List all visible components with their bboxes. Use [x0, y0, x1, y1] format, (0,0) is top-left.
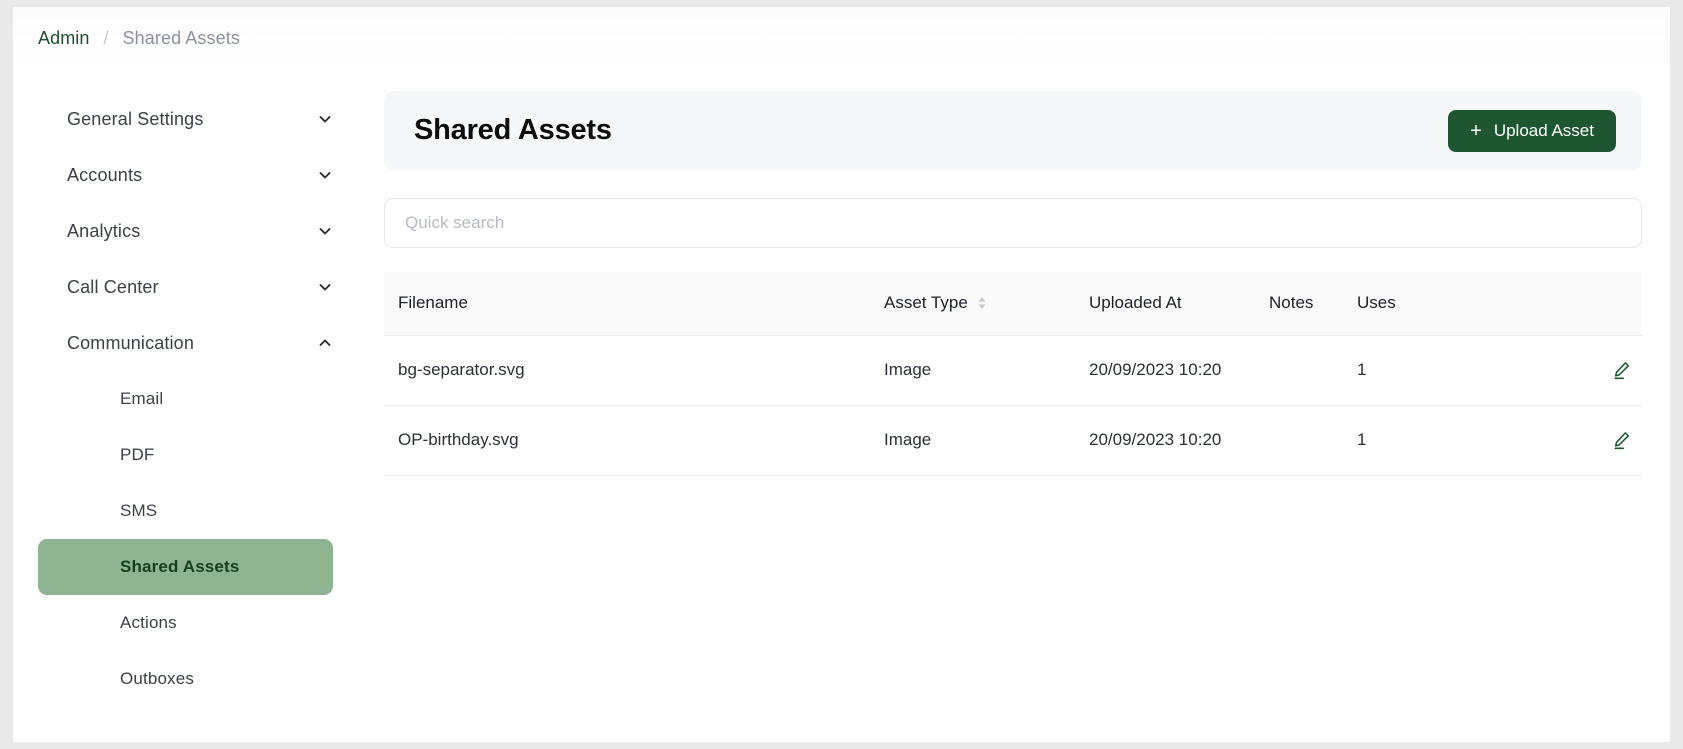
column-header-label: Notes [1269, 293, 1314, 313]
plus-icon: + [1470, 119, 1482, 142]
sidebar-item-label: Outboxes [120, 669, 194, 688]
breadcrumb-current-shared-assets: Shared Assets [122, 27, 240, 48]
table-header: Filename Asset Type Uploaded At Notes Us… [384, 272, 1642, 336]
assets-table: Filename Asset Type Uploaded At Notes Us… [384, 272, 1642, 476]
search-input[interactable] [384, 198, 1642, 248]
sidebar-item-email[interactable]: Email [38, 371, 333, 427]
cell-filename[interactable]: bg-separator.svg [384, 335, 874, 406]
page-title: Shared Assets [414, 114, 612, 146]
table-header-row: Filename Asset Type Uploaded At Notes Us… [384, 272, 1642, 336]
column-header-notes: Notes [1259, 272, 1347, 336]
column-header-label: Uploaded At [1089, 293, 1182, 313]
breadcrumb-link-admin[interactable]: Admin [38, 28, 90, 49]
app-page: Admin / Shared Assets General Settings A… [13, 7, 1670, 742]
table-body: bg-separator.svg Image 20/09/2023 10:20 … [384, 335, 1642, 476]
sidebar-item-label: Actions [120, 613, 177, 632]
upload-asset-button-label: Upload Asset [1493, 120, 1594, 140]
sidebar-group-accounts[interactable]: Accounts [13, 147, 358, 203]
cell-asset-type: Image [874, 335, 1079, 406]
chevron-down-icon[interactable] [317, 167, 333, 183]
edit-pencil-icon[interactable] [1612, 360, 1632, 380]
sidebar-item-sms[interactable]: SMS [38, 483, 333, 539]
sidebar-item-actions[interactable]: Actions [38, 595, 333, 651]
column-header-filename: Filename [384, 272, 874, 336]
cell-uses: 1 [1347, 335, 1497, 406]
sidebar-item-label: Email [120, 389, 164, 408]
chevron-down-icon[interactable] [317, 279, 333, 295]
sidebar-item-pdf[interactable]: PDF [38, 427, 333, 483]
cell-notes [1259, 405, 1347, 476]
cell-uploaded-at: 20/09/2023 10:20 [1079, 335, 1259, 406]
sidebar-group-label: General Settings [67, 108, 204, 129]
page-header-card: Shared Assets + Upload Asset [384, 91, 1642, 170]
sidebar-item-label: PDF [120, 445, 155, 464]
cell-actions [1497, 405, 1642, 476]
sidebar-group-label: Accounts [67, 164, 143, 185]
search-bar [384, 198, 1642, 248]
chevron-down-icon[interactable] [317, 111, 333, 127]
cell-actions [1497, 335, 1642, 406]
sidebar-item-label: SMS [120, 501, 158, 520]
cell-uses: 1 [1347, 405, 1497, 476]
breadcrumb-separator: / [103, 27, 109, 48]
table-row: bg-separator.svg Image 20/09/2023 10:20 … [384, 335, 1642, 406]
column-header-actions [1497, 272, 1642, 336]
column-header-uploaded-at: Uploaded At [1079, 272, 1259, 336]
cell-asset-type: Image [874, 405, 1079, 476]
sort-arrows-icon[interactable] [977, 295, 987, 311]
sidebar-group-label: Call Center [67, 276, 159, 297]
sidebar: General Settings Accounts Analytics Call… [13, 69, 358, 742]
chevron-down-icon[interactable] [317, 223, 333, 239]
chevron-up-icon[interactable] [317, 335, 333, 351]
column-header-label: Asset Type [884, 293, 968, 313]
breadcrumb: Admin / Shared Assets [13, 7, 1670, 69]
edit-pencil-icon[interactable] [1612, 430, 1632, 450]
cell-uploaded-at: 20/09/2023 10:20 [1079, 405, 1259, 476]
upload-asset-button[interactable]: + Upload Asset [1448, 109, 1616, 152]
sidebar-group-label: Communication [67, 332, 195, 353]
sidebar-group-general-settings[interactable]: General Settings [13, 91, 358, 147]
sidebar-group-analytics[interactable]: Analytics [13, 203, 358, 259]
cell-notes [1259, 335, 1347, 406]
sidebar-group-call-center[interactable]: Call Center [13, 259, 358, 315]
table-row: OP-birthday.svg Image 20/09/2023 10:20 1 [384, 405, 1642, 476]
main-content: Shared Assets + Upload Asset Filename [358, 69, 1670, 742]
sidebar-group-label: Analytics [67, 220, 141, 241]
column-header-label: Filename [398, 293, 468, 313]
sidebar-item-label: Shared Assets [120, 557, 240, 576]
sidebar-item-shared-assets[interactable]: Shared Assets [38, 539, 333, 595]
column-header-label: Uses [1357, 293, 1396, 313]
column-header-asset-type[interactable]: Asset Type [874, 272, 1079, 336]
column-header-uses: Uses [1347, 272, 1497, 336]
sidebar-item-outboxes[interactable]: Outboxes [38, 651, 333, 707]
sidebar-group-communication[interactable]: Communication [13, 315, 358, 371]
cell-filename[interactable]: OP-birthday.svg [384, 405, 874, 476]
